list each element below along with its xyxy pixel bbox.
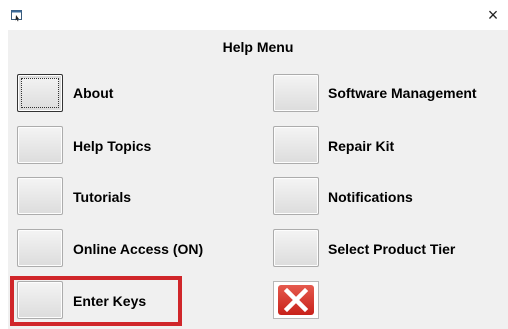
about-button[interactable] xyxy=(17,74,63,112)
online-access-label: Online Access (ON) xyxy=(73,241,204,257)
tutorials-button[interactable] xyxy=(17,177,63,215)
software-management-label: Software Management xyxy=(328,85,477,101)
help-topics-button[interactable] xyxy=(17,126,63,164)
notifications-label: Notifications xyxy=(328,189,413,205)
repair-kit-button[interactable] xyxy=(273,126,319,164)
repair-kit-label: Repair Kit xyxy=(328,138,395,154)
software-management-button[interactable] xyxy=(273,74,319,112)
close-button[interactable]: × xyxy=(480,2,506,28)
app-window-icon xyxy=(10,8,24,22)
exit-button[interactable] xyxy=(273,281,319,319)
help-topics-label: Help Topics xyxy=(73,138,152,154)
about-label: About xyxy=(73,85,114,101)
tutorials-label: Tutorials xyxy=(73,189,132,205)
title-bar: × xyxy=(0,0,508,30)
help-menu-window: × Help Menu About Help Topics Tutorials … xyxy=(0,0,508,329)
select-product-tier-button[interactable] xyxy=(273,229,319,267)
online-access-button[interactable] xyxy=(17,229,63,267)
red-x-exit-icon xyxy=(278,285,314,315)
select-product-tier-label: Select Product Tier xyxy=(328,241,456,257)
notifications-button[interactable] xyxy=(273,177,319,215)
menu-title: Help Menu xyxy=(222,39,294,55)
highlight-box xyxy=(10,276,182,326)
close-icon: × xyxy=(487,5,499,25)
